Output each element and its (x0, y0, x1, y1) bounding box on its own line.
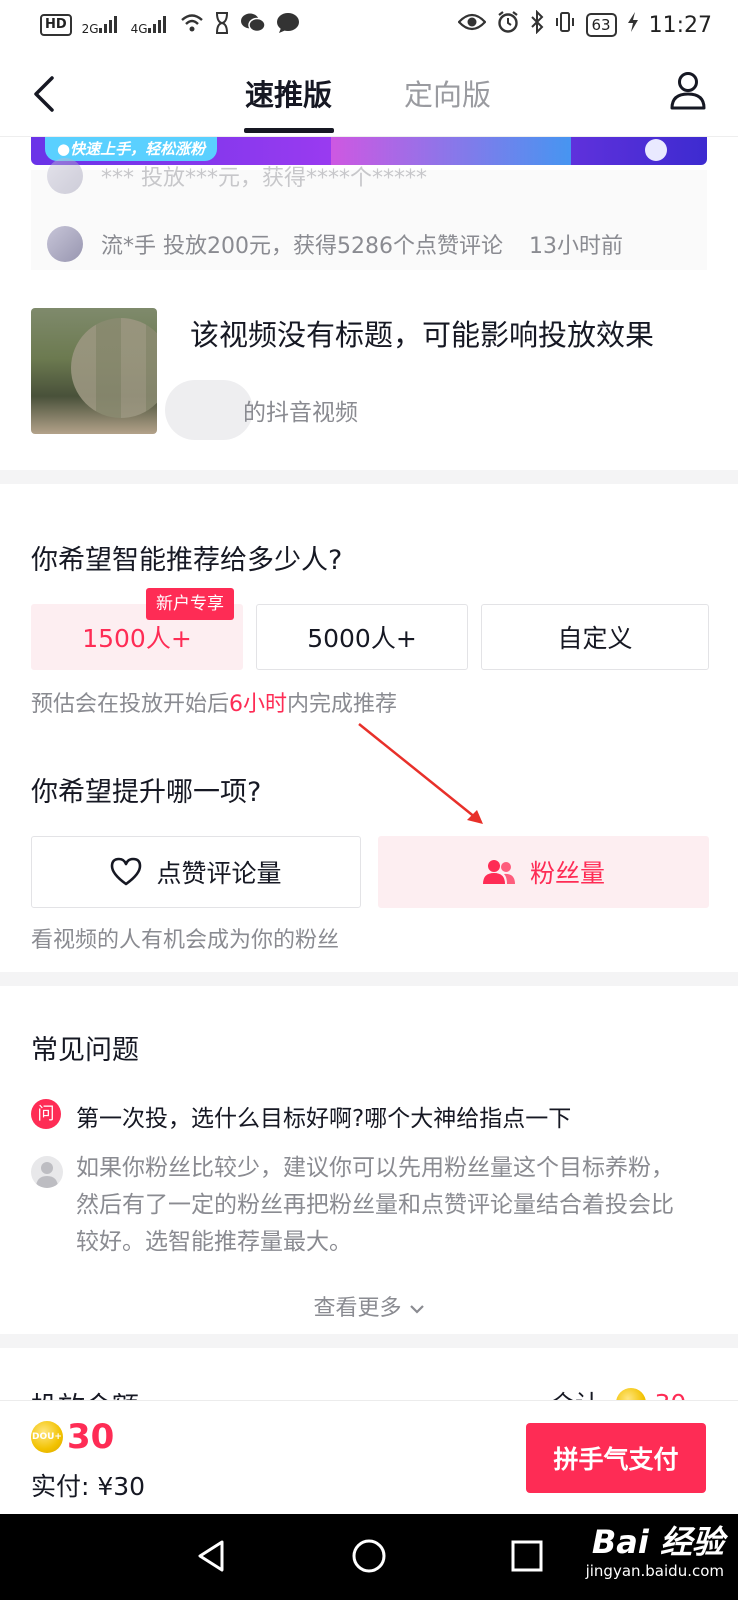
watermark-url: jingyan.baidu.com (585, 1562, 724, 1580)
faq-question: 第一次投，选什么目标好啊?哪个大神给指点一下 (76, 1106, 572, 1132)
section-divider (0, 1334, 738, 1348)
actual-payment: 实付: ¥30 (31, 1472, 146, 1501)
reach-question: 你希望智能推荐给多少人? (31, 545, 343, 576)
chevron-down-icon (409, 1305, 424, 1314)
tab-quick-promote[interactable]: 速推版 (245, 72, 332, 114)
feed-avatar (47, 158, 83, 194)
hd-badge: HD (40, 14, 72, 36)
bluetooth-icon (530, 9, 544, 40)
video-owner: 的抖音视频 (165, 380, 358, 440)
tab-underline (244, 128, 334, 133)
clock-time: 11:27 (648, 12, 712, 38)
payment-bar: DOU+ 30 实付: ¥30 拼手气支付 (0, 1400, 738, 1515)
status-bar: HD 2G 4G 63 11:27 (0, 0, 738, 52)
message-icon (276, 12, 300, 39)
feed-row-partial: *** 投放***元，获得****个***** (47, 158, 427, 194)
watermark-logo: Bai 经验 (591, 1523, 724, 1561)
status-right: 63 11:27 (456, 9, 712, 40)
question-icon: 问 (31, 1099, 61, 1129)
battery-indicator: 63 (585, 13, 617, 37)
feed-text: 流*手 投放200元，获得5286个点赞评论 (101, 234, 503, 259)
hourglass-icon (214, 11, 230, 39)
system-nav-bar: Bai 经验 jingyan.baidu.com (0, 1514, 738, 1600)
faq-title: 常见问题 (31, 1035, 139, 1066)
pay-button[interactable]: 拼手气支付 (526, 1423, 706, 1493)
users-icon (482, 860, 515, 884)
feed-row: 流*手 投放200元，获得5286个点赞评论 13小时前 (47, 226, 623, 262)
annotation-arrow (358, 723, 483, 824)
video-title: 该视频没有标题，可能影响投放效果 (190, 318, 655, 352)
vibrate-icon (554, 11, 576, 39)
section-divider (0, 470, 738, 484)
signal-2g-icon: 2G (82, 15, 121, 36)
see-more-link[interactable]: 查看更多 (0, 1290, 738, 1322)
wechat-icon (240, 12, 266, 39)
nav-recents-icon[interactable] (507, 1536, 547, 1576)
goal-option-label: 粉丝量 (529, 859, 605, 888)
pay-amount-row: DOU+ 30 (31, 1417, 114, 1457)
feed-avatar (47, 226, 83, 262)
goal-option-likes[interactable]: 点赞评论量 (31, 836, 361, 908)
profile-button[interactable] (668, 70, 708, 116)
goal-question: 你希望提升哪一项? (31, 777, 262, 808)
pay-amount: 30 (67, 1417, 115, 1457)
nav-back-icon[interactable] (192, 1536, 232, 1576)
goal-option-label: 点赞评论量 (156, 859, 282, 888)
top-nav: 速推版 定向版 (0, 52, 738, 137)
feed-text: *** 投放***元，获得****个***** (101, 166, 427, 191)
reach-option-custom[interactable]: 自定义 (481, 604, 709, 670)
video-thumbnail[interactable] (31, 308, 157, 434)
faq-answer: 如果你粉丝比较少，建议你可以先用粉丝量这个目标养粉，然后有了一定的粉丝再把粉丝量… (76, 1155, 674, 1255)
baidu-watermark: Bai 经验 jingyan.baidu.com (586, 1522, 724, 1580)
dou-coin-icon: DOU+ (31, 1421, 63, 1453)
banner-sparkle-icon (645, 139, 667, 161)
eye-icon (456, 12, 487, 38)
reach-option-5000[interactable]: 5000人+ (256, 604, 468, 670)
wifi-icon (180, 13, 204, 38)
nav-home-icon[interactable] (349, 1536, 389, 1576)
reach-hint: 预估会在投放开始后6小时内完成推荐 (31, 692, 398, 717)
goal-hint: 看视频的人有机会成为你的粉丝 (31, 928, 340, 953)
heart-icon (111, 857, 142, 886)
chevron-left-icon (34, 76, 54, 112)
user-icon (670, 72, 706, 110)
alarm-icon (496, 10, 520, 40)
video-source-label: 的抖音视频 (243, 400, 358, 426)
tab-targeted[interactable]: 定向版 (404, 72, 491, 114)
section-divider (0, 972, 738, 986)
pixelated-overlay (71, 318, 157, 418)
status-left: HD 2G 4G (40, 10, 300, 40)
goal-option-followers[interactable]: 粉丝量 (378, 836, 709, 908)
new-user-badge: 新户专享 (146, 588, 234, 620)
answer-avatar (31, 1156, 63, 1188)
back-button[interactable] (30, 74, 58, 118)
feed-time: 13小时前 (528, 234, 623, 259)
promotion-feed: *** 投放***元，获得****个***** 流*手 投放200元，获得528… (31, 158, 707, 270)
charging-icon (627, 11, 639, 39)
blurred-username (165, 380, 253, 440)
signal-4g-icon: 4G (131, 15, 170, 36)
